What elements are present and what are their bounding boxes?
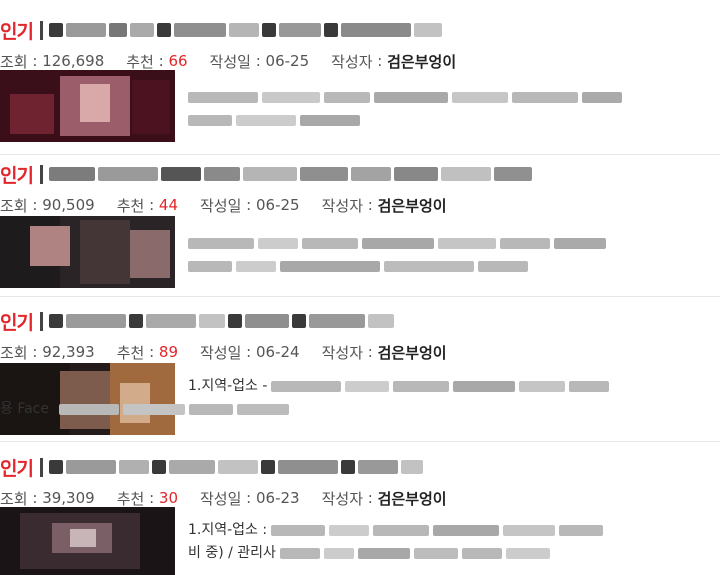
date-label: 작성일 xyxy=(200,196,242,215)
views-label: 조회 xyxy=(0,52,28,71)
author-label: 작성자 xyxy=(331,52,373,71)
excerpt-text: 1.지역-업소 - xyxy=(188,378,268,394)
title-divider xyxy=(39,164,43,184)
blurred-post-title[interactable] xyxy=(48,164,532,184)
title-divider xyxy=(39,457,43,477)
likes-count: 66 xyxy=(168,52,188,70)
author-name[interactable]: 검은부엉이 xyxy=(378,488,447,509)
post-date: 06-25 xyxy=(256,196,300,214)
hot-badge: 인기 xyxy=(0,164,34,187)
date-label: 작성일 xyxy=(200,343,242,362)
hot-badge: 인기 xyxy=(0,311,34,334)
post-title-row[interactable]: 인기 xyxy=(0,12,720,48)
post-title-row[interactable]: 인기 xyxy=(0,156,720,192)
views-label: 조회 xyxy=(0,343,28,362)
likes-label: 추천 xyxy=(116,343,145,362)
post-thumbnail[interactable] xyxy=(0,70,175,142)
post-date: 06-25 xyxy=(265,52,310,70)
post-title-row[interactable]: 인기 xyxy=(0,449,720,485)
likes-label: 추천 xyxy=(116,489,145,508)
likes-label: 추천 xyxy=(126,52,154,71)
hot-badge: 인기 xyxy=(0,20,34,43)
date-label: 작성일 xyxy=(200,489,242,508)
views-label: 조회 xyxy=(0,489,28,508)
views-label: 조회 xyxy=(0,196,28,215)
author-name[interactable]: 검은부엉이 xyxy=(387,51,456,72)
title-divider xyxy=(39,20,43,40)
views-count: 90,509 xyxy=(42,196,95,214)
blurred-post-title[interactable] xyxy=(48,20,442,40)
post-excerpt[interactable]: 1.지역-업소 - 용 Face xyxy=(0,375,713,421)
excerpt-text: 1.지역-업소 : xyxy=(188,522,268,538)
excerpt-text: 용 Face xyxy=(0,401,49,417)
title-divider xyxy=(39,311,43,331)
views-count: 126,698 xyxy=(42,52,105,70)
likes-label: 추천 xyxy=(116,196,145,215)
author-label: 작성자 xyxy=(321,343,363,362)
blurred-post-title[interactable] xyxy=(48,311,394,331)
post-meta: 조회 : 90,509 추천 : 44 작성일 : 06-25 작성자 : 검은… xyxy=(0,195,447,216)
author-label: 작성자 xyxy=(321,196,363,215)
blurred-post-title[interactable] xyxy=(48,457,423,477)
excerpt-text: 비 중) / 관리사 xyxy=(188,545,276,561)
post-title-row[interactable]: 인기 xyxy=(0,303,720,339)
post-date: 06-24 xyxy=(256,343,300,361)
date-label: 작성일 xyxy=(209,52,251,71)
post-item[interactable]: 인기 조회 : 39,309 추천 : 30 작성일 : 06-23 작성자 :… xyxy=(0,449,720,575)
author-label: 작성자 xyxy=(321,489,363,508)
views-count: 92,393 xyxy=(42,343,95,361)
post-item[interactable]: 인기 조회 : 90,509 추천 : 44 작성일 : 06-25 작성자 :… xyxy=(0,156,720,297)
post-date: 06-23 xyxy=(256,489,300,507)
post-excerpt[interactable] xyxy=(188,86,713,132)
likes-count: 30 xyxy=(158,489,178,507)
post-excerpt[interactable]: 1.지역-업소 : 비 중) / 관리사 xyxy=(188,519,713,565)
author-name[interactable]: 검은부엉이 xyxy=(378,195,447,216)
post-thumbnail[interactable] xyxy=(0,216,175,288)
views-count: 39,309 xyxy=(42,489,95,507)
likes-count: 44 xyxy=(158,196,178,214)
post-item[interactable]: 인기 조회 : 126,698 추천 : 66 작성일 : 06-25 작성자 … xyxy=(0,12,720,155)
post-meta: 조회 : 92,393 추천 : 89 작성일 : 06-24 작성자 : 검은… xyxy=(0,342,447,363)
hot-badge: 인기 xyxy=(0,457,34,480)
post-thumbnail[interactable] xyxy=(0,507,175,575)
post-item[interactable]: 인기 조회 : 92,393 추천 : 89 작성일 : 06-24 작성자 :… xyxy=(0,303,720,442)
likes-count: 89 xyxy=(158,343,178,361)
author-name[interactable]: 검은부엉이 xyxy=(378,342,447,363)
post-excerpt[interactable] xyxy=(188,232,713,278)
